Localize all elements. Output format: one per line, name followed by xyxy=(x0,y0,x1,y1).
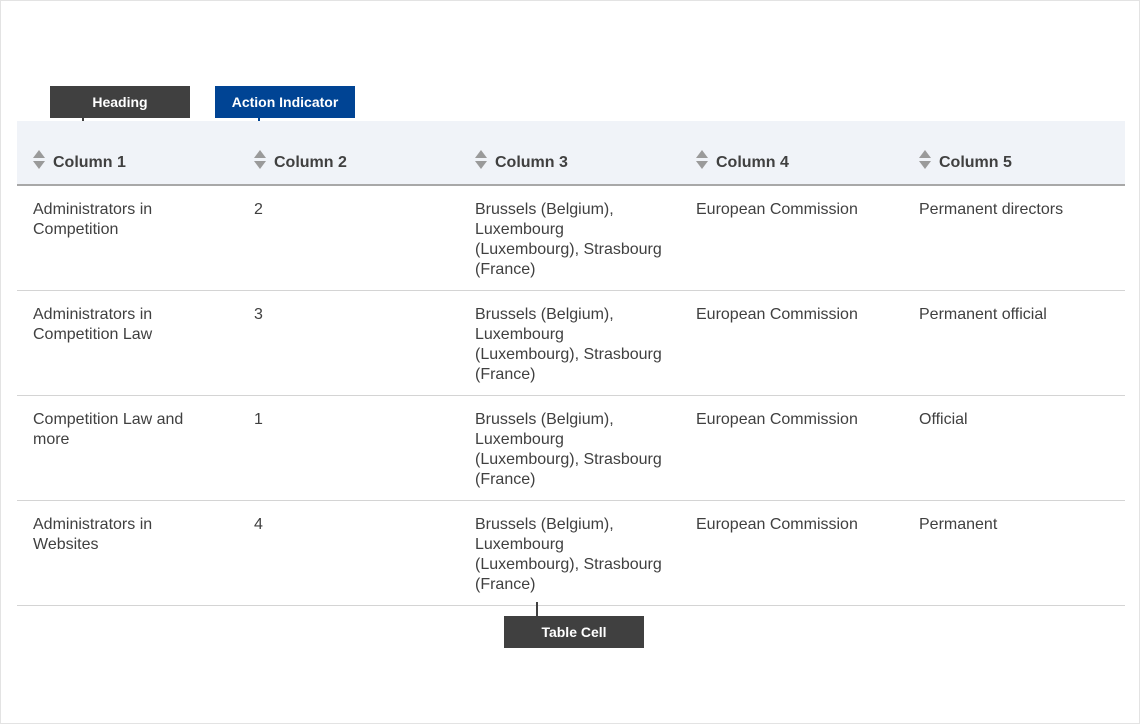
table-cell: Brussels (Belgium), Luxembourg (Luxembou… xyxy=(459,290,680,396)
data-table: Column 1 Column 2 Column 3 Column 4 Colu… xyxy=(17,121,1125,606)
column-header-label: Column 5 xyxy=(939,153,1012,171)
table-cell: Administrators in Websites xyxy=(17,500,238,606)
table-cell: European Commission xyxy=(680,185,903,291)
column-header-4[interactable]: Column 4 xyxy=(680,121,903,186)
table-row: Administrators in Competition 2 Brussels… xyxy=(17,185,1125,291)
page: Heading Action Indicator Column 1 Column… xyxy=(0,0,1140,724)
table-cell: Brussels (Belgium), Luxembourg (Luxembou… xyxy=(459,500,680,606)
table-cell: Administrators in Competition xyxy=(17,185,238,291)
sort-icon[interactable] xyxy=(33,150,45,170)
sort-icon[interactable] xyxy=(254,150,266,170)
table-row: Administrators in Websites 4 Brussels (B… xyxy=(17,500,1125,606)
data-table-container: Column 1 Column 2 Column 3 Column 4 Colu… xyxy=(17,121,1125,606)
table-cell: European Commission xyxy=(680,395,903,501)
sort-icon[interactable] xyxy=(696,150,708,170)
table-cell: Permanent directors xyxy=(903,185,1125,291)
table-cell: 2 xyxy=(238,185,459,291)
table-cell-callout: Table Cell xyxy=(504,616,644,648)
table-cell: 1 xyxy=(238,395,459,501)
table-cell: European Commission xyxy=(680,500,903,606)
table-header-row: Column 1 Column 2 Column 3 Column 4 Colu… xyxy=(17,121,1125,186)
table-cell: Competition Law and more xyxy=(17,395,238,501)
table-row: Competition Law and more 1 Brussels (Bel… xyxy=(17,395,1125,501)
table-cell: Official xyxy=(903,395,1125,501)
column-header-label: Column 2 xyxy=(274,153,347,171)
table-cell: Brussels (Belgium), Luxembourg (Luxembou… xyxy=(459,185,680,291)
column-header-label: Column 3 xyxy=(495,153,568,171)
column-header-label: Column 4 xyxy=(716,153,789,171)
table-cell: Permanent xyxy=(903,500,1125,606)
table-cell: Administrators in Competition Law xyxy=(17,290,238,396)
column-header-label: Column 1 xyxy=(53,153,126,171)
column-header-3[interactable]: Column 3 xyxy=(459,121,680,186)
table-cell: European Commission xyxy=(680,290,903,396)
sort-icon[interactable] xyxy=(475,150,487,170)
table-cell: 4 xyxy=(238,500,459,606)
heading-callout: Heading xyxy=(50,86,190,118)
table-cell: 3 xyxy=(238,290,459,396)
column-header-2[interactable]: Column 2 xyxy=(238,121,459,186)
action-indicator-callout: Action Indicator xyxy=(215,86,355,118)
table-header: Column 1 Column 2 Column 3 Column 4 Colu… xyxy=(17,121,1125,186)
sort-icon[interactable] xyxy=(919,150,931,170)
table-row: Administrators in Competition Law 3 Brus… xyxy=(17,290,1125,396)
column-header-5[interactable]: Column 5 xyxy=(903,121,1125,186)
table-cell: Brussels (Belgium), Luxembourg (Luxembou… xyxy=(459,395,680,501)
column-header-1[interactable]: Column 1 xyxy=(17,121,238,186)
table-cell: Permanent official xyxy=(903,290,1125,396)
table-body: Administrators in Competition 2 Brussels… xyxy=(17,185,1125,606)
